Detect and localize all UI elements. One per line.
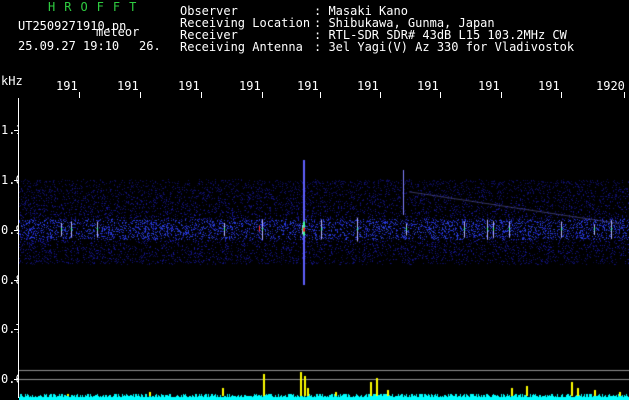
meteor-label: meteor (96, 25, 140, 39)
x-tick-label: 1920 (596, 79, 625, 93)
x-tick-label: 191 (239, 79, 261, 93)
antenna-value: : 3el Yagi(V) Az 330 for Vladivostok (314, 40, 575, 54)
x-tick-label: 191 (538, 79, 560, 93)
x-tick-label: 191 (417, 79, 439, 93)
x-tick-label: 191 (357, 79, 379, 93)
y-axis-unit: kHz (1, 74, 23, 88)
app-brand: HROFFT (48, 0, 146, 14)
antenna-label: Receiving Antenna (180, 40, 303, 54)
x-tick-label: 191 (478, 79, 500, 93)
secondary-value: 26. (139, 39, 161, 53)
x-tick-label: 191 (56, 79, 78, 93)
spectrogram-plot (19, 98, 629, 400)
x-tick-label: 191 (117, 79, 139, 93)
capture-datetime: 25.09.27 19:10 (18, 39, 120, 53)
x-tick-label: 191 (297, 79, 319, 93)
x-tick-label: 191 (178, 79, 200, 93)
